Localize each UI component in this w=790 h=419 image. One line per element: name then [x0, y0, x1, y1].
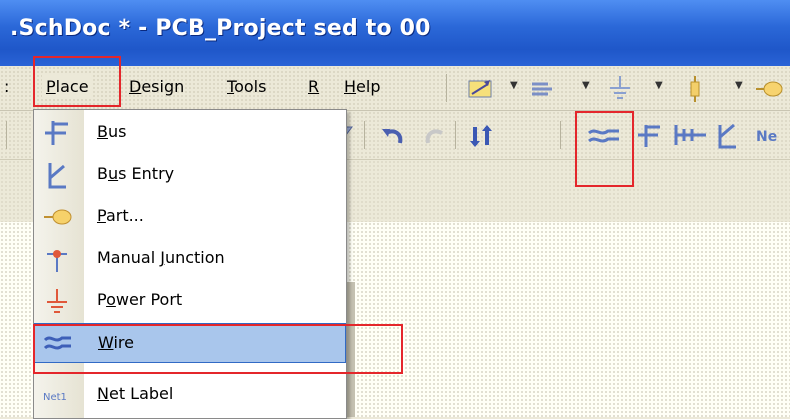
chevron-down-icon[interactable]: ▼ [655, 80, 663, 91]
port-icon[interactable] [528, 76, 562, 102]
toolbar-separator [455, 121, 456, 149]
menu-item-label: Manual Junction [97, 248, 225, 267]
bus-entry-icon [48, 163, 66, 189]
net-label-icon: Net1 [43, 392, 67, 403]
window-title: .SchDoc * - PCB_Project sed to 00 [10, 16, 431, 41]
menu-item-manual-junction[interactable]: Manual Junction [34, 239, 346, 279]
place-signal-harness-icon[interactable] [672, 121, 708, 149]
toolbar-separator [446, 74, 447, 102]
toolbar-separator [364, 121, 365, 149]
place-net-label-icon[interactable]: Ne [752, 121, 790, 149]
highlight-box-wire-tool [575, 111, 634, 187]
part-icon [44, 209, 72, 225]
menu-item-label: Part... [97, 206, 144, 225]
menu-item-label: Net Label [97, 384, 174, 403]
place-bus-icon[interactable] [634, 121, 664, 149]
chevron-down-icon[interactable]: ▼ [582, 80, 590, 91]
bus-icon [45, 121, 68, 145]
svg-text:Net1: Net1 [43, 392, 67, 403]
svg-text:Ne: Ne [756, 129, 777, 145]
menu-item-net-label[interactable]: Net1 Net Label [34, 375, 346, 415]
component-icon[interactable] [754, 76, 784, 102]
menu-design[interactable]: Design [125, 75, 188, 98]
menu-item-label: Power Port [97, 290, 183, 309]
menu-item-part[interactable]: Part... [34, 197, 346, 237]
highlight-box-wire-item [33, 324, 403, 374]
place-bus-entry-icon[interactable] [714, 121, 744, 149]
cross-probe-icon[interactable] [466, 123, 496, 149]
menu-item-bus-entry[interactable]: Bus Entry [34, 155, 346, 195]
menu-overflow-colon: : [4, 77, 10, 96]
menu-item-power-port[interactable]: Power Port [34, 281, 346, 321]
power-port-icon [47, 289, 67, 313]
menu-item-label: Bus [97, 122, 127, 141]
sheet-symbol-icon[interactable] [466, 76, 500, 102]
junction-icon [47, 250, 67, 272]
toolbar-separator [6, 121, 7, 149]
menu-reports[interactable]: R [304, 75, 323, 98]
menu-item-bus[interactable]: Bus [34, 113, 346, 153]
menu-item-label: Bus Entry [97, 164, 175, 183]
menu-help[interactable]: Help [340, 75, 384, 98]
menu-tools[interactable]: Tools [223, 75, 270, 98]
highlight-box-place-menu [33, 56, 121, 107]
resistor-icon[interactable] [682, 74, 708, 104]
chevron-down-icon[interactable]: ▼ [735, 80, 743, 91]
redo-icon[interactable] [420, 123, 450, 149]
chevron-down-icon[interactable]: ▼ [510, 80, 518, 91]
undo-icon[interactable] [378, 123, 408, 149]
ground-icon[interactable] [604, 74, 638, 104]
toolbar-separator [560, 121, 561, 149]
